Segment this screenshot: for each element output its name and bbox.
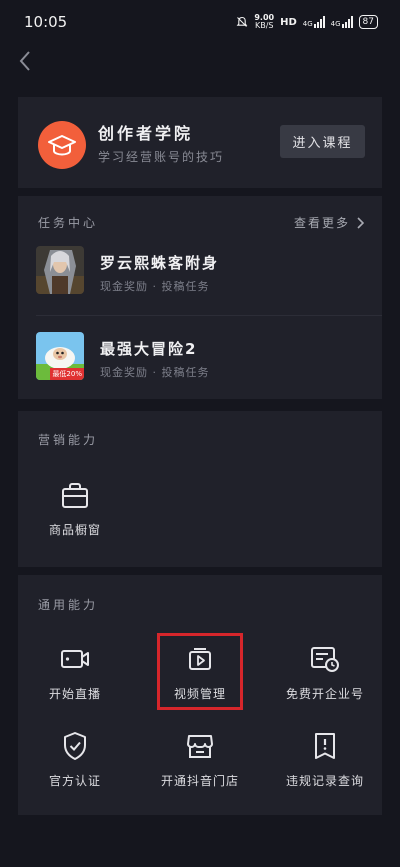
store-icon	[184, 730, 216, 762]
task-thumbnail: 最低20%	[36, 332, 84, 380]
task-title: 罗云熙蛛客附身	[100, 254, 220, 272]
creator-academy-card: 创作者学院 学习经营账号的技巧 进入课程	[18, 97, 382, 188]
signal-bars-icon	[341, 16, 353, 28]
status-bar: 10:05 9.00 KB/S HD 4G 4G 87	[0, 0, 400, 44]
graduation-cap-icon	[48, 135, 76, 156]
chevron-left-icon	[19, 51, 30, 71]
signal-2: 4G	[331, 16, 353, 28]
signal-bars-icon	[313, 16, 325, 28]
see-more-label: 查看更多	[293, 216, 350, 230]
enter-course-button[interactable]: 进入课程	[280, 125, 365, 158]
tool-label: 商品橱窗	[48, 523, 101, 537]
tool-label: 开通抖音门店	[160, 774, 239, 788]
video-camera-icon	[59, 643, 91, 675]
tool-shop-window[interactable]: 商品橱窗	[20, 479, 130, 538]
tool-label: 官方认证	[48, 774, 101, 788]
task-item[interactable]: 最低20% 最强大冒险2 现金奖励 · 投稿任务	[36, 332, 366, 386]
marketing-heading: 营销能力	[38, 433, 99, 447]
academy-logo	[38, 121, 86, 169]
status-time: 10:05	[24, 13, 68, 31]
tool-open-store[interactable]: 开通抖音门店	[145, 730, 255, 789]
tool-label: 违规记录查询	[285, 774, 364, 788]
academy-title: 创作者学院	[98, 124, 194, 143]
discount-badge: 最低20%	[50, 368, 84, 380]
task-subtitle: 现金奖励 · 投稿任务	[100, 280, 210, 293]
bell-mute-icon	[236, 16, 248, 27]
tool-label: 免费开企业号	[285, 687, 364, 701]
general-heading: 通用能力	[38, 598, 99, 612]
task-center-card: 任务中心 查看更多 罗云熙蛛客附身 现金奖励 · 投稿任务 最低20% 最强大冒…	[18, 196, 382, 399]
see-more-link[interactable]: 查看更多	[294, 214, 364, 231]
task-thumbnail	[36, 246, 84, 294]
status-icons: 9.00 KB/S HD 4G 4G 87	[236, 14, 378, 30]
highlight-box	[157, 633, 243, 710]
marketing-card: 营销能力 商品橱窗	[18, 411, 382, 567]
task-subtitle: 现金奖励 · 投稿任务	[100, 366, 210, 379]
net-speed: 9.00 KB/S	[254, 13, 275, 30]
task-center-heading: 任务中心	[38, 216, 99, 230]
task-item[interactable]: 罗云熙蛛客附身 现金奖励 · 投稿任务	[36, 246, 366, 300]
shield-check-icon	[59, 730, 91, 762]
academy-subtitle: 学习经营账号的技巧	[98, 150, 225, 164]
divider	[36, 315, 382, 316]
battery-icon: 87	[358, 15, 378, 29]
tool-free-enterprise[interactable]: 免费开企业号	[270, 643, 380, 702]
tool-start-live[interactable]: 开始直播	[20, 643, 130, 702]
back-button[interactable]	[14, 46, 38, 76]
violation-record-icon	[309, 730, 341, 762]
tool-label: 开始直播	[48, 687, 101, 701]
shop-window-icon	[59, 479, 91, 511]
enterprise-account-icon	[309, 643, 341, 675]
task-title: 最强大冒险2	[100, 340, 198, 358]
signal-1: 4G	[303, 16, 325, 28]
tool-official-verify[interactable]: 官方认证	[20, 730, 130, 789]
chevron-right-icon	[357, 216, 364, 229]
hd-label: HD	[280, 16, 297, 28]
tool-violation-query[interactable]: 违规记录查询	[270, 730, 380, 789]
